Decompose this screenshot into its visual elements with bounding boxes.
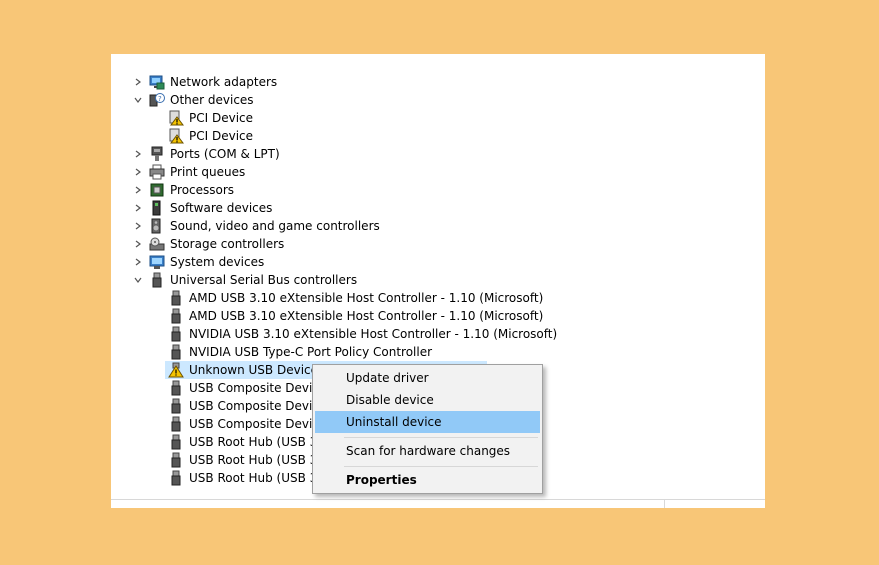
tree-item-ports[interactable]: Ports (COM & LPT) (111, 145, 765, 163)
tree-item-usb-controllers[interactable]: Universal Serial Bus controllers (111, 271, 765, 289)
status-bar-divider (664, 500, 665, 508)
chevron-down-icon[interactable] (133, 271, 143, 289)
menu-item-label: Scan for hardware changes (346, 444, 511, 458)
chevron-right-icon[interactable] (133, 217, 143, 235)
tree-item-label: AMD USB 3.10 eXtensible Host Controller … (189, 291, 544, 305)
tree-item-label: Other devices (170, 93, 254, 107)
software-device-icon (149, 200, 165, 216)
tree-item-label: USB Composite Device (189, 417, 327, 431)
tree-item-software-devices[interactable]: Software devices (111, 199, 765, 217)
tree-item-label: USB Root Hub (USB 3.0 (189, 453, 329, 467)
usb-icon (168, 434, 184, 450)
menu-item-label: Properties (346, 473, 417, 487)
menu-item-uninstall-device[interactable]: Uninstall device (315, 411, 540, 433)
system-device-icon (149, 254, 165, 270)
tree-item-pci-device[interactable]: PCI Device (111, 127, 765, 145)
tree-item-label: Network adapters (170, 75, 278, 89)
tree-item-label: USB Root Hub (USB 3.0 (189, 471, 329, 485)
tree-item-label: Storage controllers (170, 237, 285, 251)
usb-icon (168, 452, 184, 468)
tree-item-print-queues[interactable]: Print queues (111, 163, 765, 181)
tree-item-usb-device[interactable]: AMD USB 3.10 eXtensible Host Controller … (111, 289, 765, 307)
warning-device-icon (168, 128, 184, 144)
printer-icon (149, 164, 165, 180)
tree-item-label: Processors (170, 183, 235, 197)
processor-icon (149, 182, 165, 198)
tree-item-usb-device[interactable]: NVIDIA USB 3.10 eXtensible Host Controll… (111, 325, 765, 343)
tree-item-system-devices[interactable]: System devices (111, 253, 765, 271)
speaker-icon (149, 218, 165, 234)
tree-item-network-adapters[interactable]: Network adapters (111, 73, 765, 91)
warning-device-icon (168, 110, 184, 126)
chevron-right-icon[interactable] (133, 181, 143, 199)
chevron-right-icon[interactable] (133, 73, 143, 91)
tree-item-label: System devices (170, 255, 265, 269)
storage-icon (149, 236, 165, 252)
usb-icon (168, 308, 184, 324)
tree-item-pci-device[interactable]: PCI Device (111, 109, 765, 127)
usb-icon (168, 380, 184, 396)
chevron-right-icon[interactable] (133, 163, 143, 181)
tree-item-label: USB Composite Device (189, 399, 327, 413)
tree-item-label: Print queues (170, 165, 246, 179)
usb-icon (168, 290, 184, 306)
context-menu: Update driver Disable device Uninstall d… (312, 364, 543, 494)
usb-icon (168, 344, 184, 360)
tree-item-other-devices[interactable]: ? Other devices (111, 91, 765, 109)
tree-item-label: Unknown USB Device ( (189, 363, 327, 377)
tree-item-usb-device[interactable]: AMD USB 3.10 eXtensible Host Controller … (111, 307, 765, 325)
tree-item-label: PCI Device (189, 111, 254, 125)
network-adapter-icon (149, 74, 165, 90)
chevron-down-icon[interactable] (133, 91, 143, 109)
usb-icon (168, 470, 184, 486)
menu-item-update-driver[interactable]: Update driver (315, 367, 540, 389)
menu-item-properties[interactable]: Properties (315, 469, 540, 491)
tree-item-label: AMD USB 3.10 eXtensible Host Controller … (189, 309, 544, 323)
tree-item-label: USB Composite Device (189, 381, 327, 395)
usb-icon (168, 398, 184, 414)
tree-item-label: Software devices (170, 201, 273, 215)
chevron-right-icon[interactable] (133, 145, 143, 163)
tree-item-label: Ports (COM & LPT) (170, 147, 280, 161)
tree-item-label: PCI Device (189, 129, 254, 143)
menu-item-disable-device[interactable]: Disable device (315, 389, 540, 411)
tree-item-processors[interactable]: Processors (111, 181, 765, 199)
unknown-device-icon: ? (149, 92, 165, 108)
menu-item-label: Disable device (346, 393, 434, 407)
tree-item-storage-controllers[interactable]: Storage controllers (111, 235, 765, 253)
menu-item-scan-hardware-changes[interactable]: Scan for hardware changes (315, 440, 540, 462)
chevron-right-icon[interactable] (133, 199, 143, 217)
menu-item-label: Update driver (346, 371, 429, 385)
tree-item-label: NVIDIA USB Type-C Port Policy Controller (189, 345, 433, 359)
menu-separator (344, 437, 538, 438)
tree-item-label: Universal Serial Bus controllers (170, 273, 358, 287)
usb-icon (149, 272, 165, 288)
menu-separator (344, 466, 538, 467)
chevron-right-icon[interactable] (133, 235, 143, 253)
status-bar (111, 499, 765, 508)
menu-item-label: Uninstall device (346, 415, 442, 429)
usb-icon (168, 326, 184, 342)
tree-item-label: NVIDIA USB 3.10 eXtensible Host Controll… (189, 327, 558, 341)
warning-usb-icon (168, 362, 184, 378)
tree-item-usb-device[interactable]: NVIDIA USB Type-C Port Policy Controller (111, 343, 765, 361)
chevron-right-icon[interactable] (133, 253, 143, 271)
usb-icon (168, 416, 184, 432)
tree-item-sound-video-game[interactable]: Sound, video and game controllers (111, 217, 765, 235)
svg-text:?: ? (158, 95, 162, 103)
tree-item-label: USB Root Hub (USB 3.0 (189, 435, 329, 449)
port-icon (149, 146, 165, 162)
tree-item-label: Sound, video and game controllers (170, 219, 380, 233)
